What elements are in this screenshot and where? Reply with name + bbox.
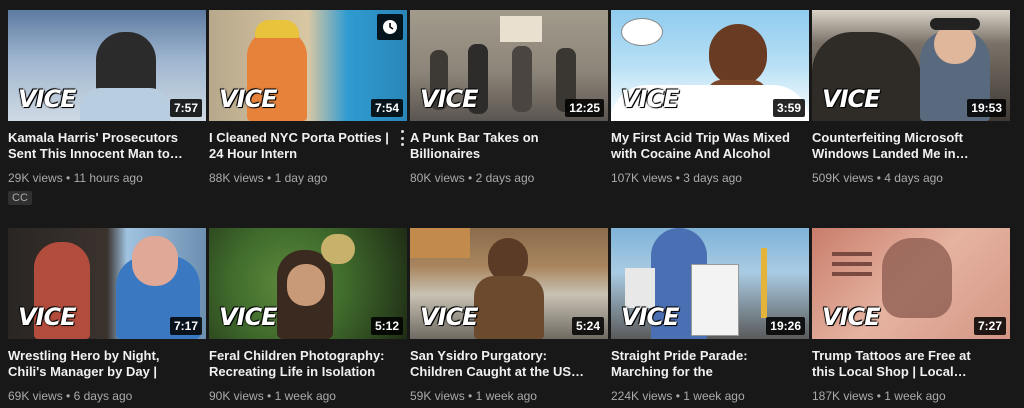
meta-separator: • [675, 389, 680, 403]
video-thumbnail[interactable]: VICE 3:59 [611, 10, 809, 121]
video-title[interactable]: A Punk Bar Takes on Billionaires [410, 130, 608, 162]
upload-age: 2 days ago [475, 171, 535, 185]
video-meta: 107K views • 3 days ago [611, 171, 809, 185]
video-thumbnail[interactable]: VICE 5:12 [209, 228, 407, 339]
video-title[interactable]: Kamala Harris' Prosecutors Sent This Inn… [8, 130, 206, 162]
meta-separator: • [675, 171, 680, 185]
video-meta: 90K views • 1 week ago [209, 389, 407, 403]
video-meta: 69K views • 6 days ago [8, 389, 206, 403]
video-card[interactable]: VICE 3:59 My First Acid Trip Was Mixed w… [611, 10, 809, 185]
video-title[interactable]: Trump Tattoos are Free at this Local Sho… [812, 348, 1010, 380]
video-meta: 187K views • 1 week ago [812, 389, 1010, 403]
video-card[interactable]: VICE 19:53 Counterfeiting Microsoft Wind… [812, 10, 1010, 185]
video-thumbnail[interactable]: VICE 19:26 [611, 228, 809, 339]
vice-logo: VICE [18, 303, 77, 331]
video-meta: 509K views • 4 days ago [812, 171, 1010, 185]
vice-logo: VICE [420, 85, 479, 113]
video-meta: 59K views • 1 week ago [410, 389, 608, 403]
video-duration: 19:53 [967, 99, 1006, 117]
upload-age: 3 days ago [683, 171, 742, 185]
video-duration: 7:27 [973, 317, 1006, 335]
vice-logo: VICE [621, 85, 680, 113]
view-count: 59K views [410, 389, 465, 403]
video-card[interactable]: VICE 5:24 San Ysidro Purgatory: Children… [410, 228, 608, 403]
meta-separator: • [876, 389, 881, 403]
upload-age: 11 hours ago [73, 171, 143, 185]
view-count: 90K views [209, 389, 264, 403]
view-count: 224K views [611, 389, 673, 403]
video-title[interactable]: My First Acid Trip Was Mixed with Cocain… [611, 130, 809, 162]
video-duration: 19:26 [766, 317, 805, 335]
upload-age: 1 week ago [274, 389, 336, 403]
video-thumbnail[interactable]: VICE 7:54 [209, 10, 407, 121]
upload-age: 4 days ago [884, 171, 943, 185]
video-grid: VICE 7:57 Kamala Harris' Prosecutors Sen… [0, 0, 1024, 408]
meta-separator: • [66, 171, 71, 185]
meta-separator: • [876, 171, 881, 185]
video-title[interactable]: Counterfeiting Microsoft Windows Landed … [812, 130, 1010, 162]
video-duration: 5:12 [370, 317, 403, 335]
meta-separator: • [267, 171, 272, 185]
vice-logo: VICE [420, 303, 479, 331]
clock-icon [383, 20, 397, 34]
video-duration: 7:57 [169, 99, 202, 117]
upload-age: 1 week ago [884, 389, 946, 403]
upload-age: 6 days ago [73, 389, 133, 403]
vice-logo: VICE [18, 85, 77, 113]
video-title[interactable]: Wrestling Hero by Night, Chili's Manager… [8, 348, 206, 380]
video-card[interactable]: VICE 7:57 Kamala Harris' Prosecutors Sen… [8, 10, 206, 206]
meta-separator: • [267, 389, 272, 403]
video-thumbnail[interactable]: VICE 7:57 [8, 10, 206, 121]
view-count: 187K views [812, 389, 874, 403]
video-meta: 224K views • 1 week ago [611, 389, 809, 403]
vice-logo: VICE [219, 85, 278, 113]
view-count: 80K views [410, 171, 465, 185]
video-card[interactable]: VICE 5:12 Feral Children Photography: Re… [209, 228, 407, 403]
view-count: 509K views [812, 171, 874, 185]
video-meta: 88K views • 1 day ago [209, 171, 407, 185]
vice-logo: VICE [822, 85, 881, 113]
video-thumbnail[interactable]: VICE 5:24 [410, 228, 608, 339]
video-duration: 7:17 [169, 317, 202, 335]
more-vert-icon[interactable] [399, 130, 405, 146]
meta-separator: • [66, 389, 71, 403]
video-title[interactable]: I Cleaned NYC Porta Potties | 24 Hour In… [209, 130, 407, 162]
video-card[interactable]: VICE 7:54 I Cleaned NYC Porta Potties | … [209, 10, 407, 185]
upload-age: 1 week ago [475, 389, 537, 403]
video-duration: 12:25 [565, 99, 604, 117]
video-thumbnail[interactable]: VICE 19:53 [812, 10, 1010, 121]
video-card[interactable]: VICE 7:27 Trump Tattoos are Free at this… [812, 228, 1010, 403]
view-count: 107K views [611, 171, 673, 185]
video-card[interactable]: VICE 12:25 A Punk Bar Takes on Billionai… [410, 10, 608, 185]
video-card[interactable]: VICE 7:17 Wrestling Hero by Night, Chili… [8, 228, 206, 403]
video-thumbnail[interactable]: VICE 7:17 [8, 228, 206, 339]
vice-logo: VICE [621, 303, 680, 331]
vice-logo: VICE [822, 303, 881, 331]
video-meta: 29K views • 11 hours ago [8, 171, 206, 185]
vice-logo: VICE [219, 303, 278, 331]
video-thumbnail[interactable]: VICE 12:25 [410, 10, 608, 121]
meta-separator: • [468, 389, 473, 403]
watch-later-button[interactable] [377, 14, 403, 40]
upload-age: 1 day ago [274, 171, 328, 185]
cc-badge: CC [8, 191, 32, 205]
video-thumbnail[interactable]: VICE 7:27 [812, 228, 1010, 339]
video-card[interactable]: VICE 19:26 Straight Pride Parade: Marchi… [611, 228, 809, 403]
video-title[interactable]: Feral Children Photography: Recreating L… [209, 348, 407, 380]
meta-separator: • [468, 171, 473, 185]
video-title[interactable]: Straight Pride Parade: Marching for the … [611, 348, 809, 380]
video-duration: 7:54 [370, 99, 403, 117]
view-count: 69K views [8, 389, 63, 403]
video-duration: 3:59 [772, 99, 805, 117]
view-count: 29K views [8, 171, 63, 185]
upload-age: 1 week ago [683, 389, 745, 403]
view-count: 88K views [209, 171, 264, 185]
video-duration: 5:24 [571, 317, 604, 335]
video-meta: 80K views • 2 days ago [410, 171, 608, 185]
video-title[interactable]: San Ysidro Purgatory: Children Caught at… [410, 348, 608, 380]
